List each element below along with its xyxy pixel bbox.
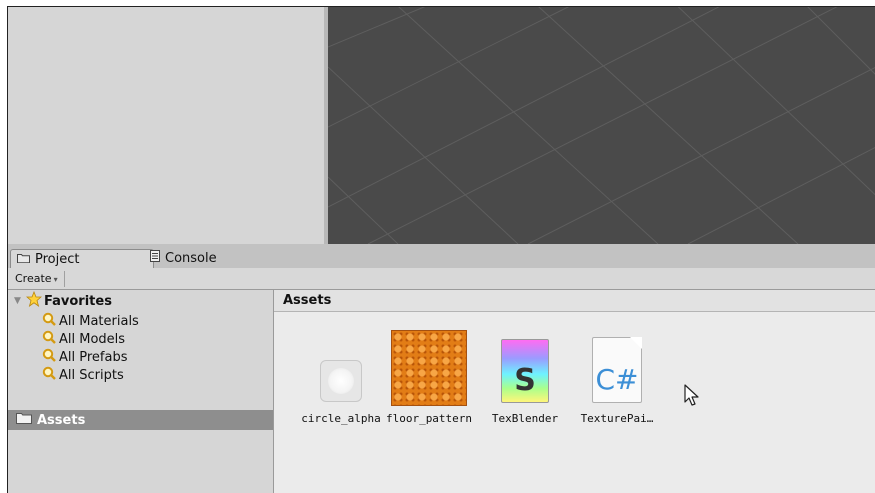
csharp-glyph: C# [595,363,639,396]
favorite-item-scripts[interactable]: All Scripts [42,366,124,384]
search-icon [42,366,56,384]
search-icon [42,312,56,330]
expand-triangle-icon[interactable]: ▼ [14,296,24,306]
scene-grid [327,7,875,245]
tab-project[interactable]: Project [10,249,154,268]
hierarchy-panel[interactable] [8,7,325,244]
tab-console-label: Console [165,251,217,266]
csharp-script-icon: C# [592,337,642,403]
tab-bar: Project Console [8,246,875,268]
favorite-item-label: All Models [59,331,126,347]
asset-circle-alpha[interactable]: circle_alpha [296,330,386,425]
pattern-texture-icon [391,330,467,406]
favorites-label: Favorites [44,293,112,309]
tree-item-label: Assets [37,412,86,428]
search-icon [42,348,56,366]
asset-label: floor_pattern [385,412,473,425]
asset-floor-pattern[interactable]: floor_pattern [384,330,474,425]
tab-console[interactable]: Console [144,249,254,268]
search-icon [42,330,56,348]
script-thumbnail: C# [579,330,655,406]
dropdown-arrow-icon: ▾ [53,275,58,284]
shader-thumbnail: S [487,330,563,406]
tab-project-label: Project [35,251,80,267]
shader-icon: S [501,339,549,403]
asset-label: circle_alpha [301,412,381,425]
asset-label: TexturePai… [580,412,654,425]
console-icon [150,249,160,268]
favorite-item-label: All Prefabs [59,349,128,365]
tree-item-assets[interactable]: Assets [8,410,273,430]
editor-window: Project Console Create ▾ ▼ Favorites All … [7,6,875,493]
assets-content: Assets circle_alpha floor_pattern S TexB… [274,290,875,493]
texture-thumbnail [303,330,379,406]
folder-icon [17,250,30,269]
favorites-header[interactable]: ▼ Favorites [14,290,112,311]
asset-texturepainter[interactable]: C# TexturePai… [572,330,662,425]
content-header: Assets [274,290,875,312]
favorite-item-materials[interactable]: All Materials [42,312,139,330]
folder-icon [16,412,32,428]
project-tree: ▼ Favorites All Materials All Models All… [8,290,274,493]
favorite-item-models[interactable]: All Models [42,330,125,348]
scene-view[interactable] [327,7,875,245]
favorite-item-prefabs[interactable]: All Prefabs [42,348,128,366]
favorite-item-label: All Materials [59,313,139,329]
project-toolbar: Create ▾ [8,268,875,290]
asset-texblender[interactable]: S TexBlender [480,330,570,425]
favorite-item-label: All Scripts [59,367,124,383]
star-icon [25,290,43,311]
circle-texture-icon [320,360,362,402]
create-label: Create [15,272,52,285]
mouse-cursor-icon [684,384,700,411]
asset-label: TexBlender [491,412,559,425]
texture-thumbnail [391,330,467,406]
create-button[interactable]: Create ▾ [11,271,65,287]
